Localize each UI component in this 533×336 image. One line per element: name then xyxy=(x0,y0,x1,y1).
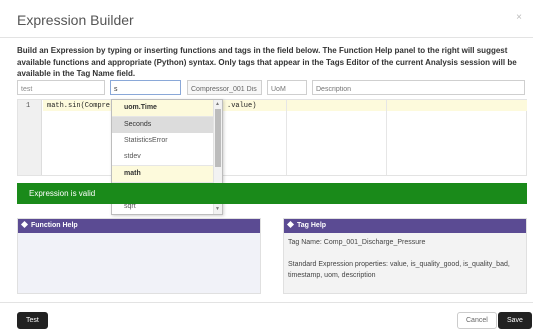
autocomplete-item[interactable]: StatisticsError xyxy=(112,133,214,149)
dialog-header: Expression Builder × xyxy=(0,0,533,38)
test-value-input[interactable] xyxy=(17,80,105,95)
function-search-input[interactable] xyxy=(110,80,181,95)
editor-gutter: 1 xyxy=(18,100,42,175)
validation-status-bar: Expression is valid xyxy=(17,183,527,204)
scroll-up-icon[interactable]: ▲ xyxy=(215,101,220,107)
tag-name-text: Tag Name: Comp_001_Discharge_Pressure xyxy=(288,239,426,246)
function-help-panel: Function Help xyxy=(17,218,261,294)
tag-name-input[interactable] xyxy=(187,80,262,95)
tag-help-header: Tag Help xyxy=(284,219,526,233)
autocomplete-item[interactable]: Seconds xyxy=(112,117,214,133)
autocomplete-item[interactable]: stdev xyxy=(112,149,214,165)
dialog-title: Expression Builder xyxy=(17,12,134,28)
uom-input[interactable] xyxy=(267,80,307,95)
function-help-header: Function Help xyxy=(18,219,260,233)
tag-help-body: Tag Name: Comp_001_Discharge_Pressure St… xyxy=(288,237,524,281)
code-text-tail: .value) xyxy=(227,102,257,110)
tag-properties-text: Standard Expression properties: value, i… xyxy=(288,261,510,279)
autocomplete-group-header[interactable]: uom.Time xyxy=(112,100,214,116)
cancel-button[interactable]: Cancel xyxy=(457,312,497,329)
expression-builder-dialog: Expression Builder × Build an Expression… xyxy=(0,0,533,336)
scroll-down-icon[interactable]: ▼ xyxy=(215,206,220,212)
function-help-title: Function Help xyxy=(31,222,78,229)
line-number: 1 xyxy=(26,102,31,110)
save-button[interactable]: Save xyxy=(498,312,532,329)
code-text: math.sin(Compre xyxy=(47,102,111,110)
dialog-footer: Test Cancel Save xyxy=(0,302,533,336)
close-icon[interactable]: × xyxy=(516,12,522,23)
diamond-icon xyxy=(286,220,295,229)
editor-column-divider xyxy=(286,100,287,175)
editor-column-divider xyxy=(386,100,387,175)
test-button[interactable]: Test xyxy=(17,312,48,329)
validation-message: Expression is valid xyxy=(29,189,96,198)
expression-editor[interactable]: 1 math.sin(Compre .value) xyxy=(17,99,527,176)
diamond-icon xyxy=(20,220,29,229)
scrollbar-thumb[interactable] xyxy=(215,109,221,167)
tag-help-panel: Tag Help Tag Name: Comp_001_Discharge_Pr… xyxy=(283,218,527,294)
instructions-text: Build an Expression by typing or inserti… xyxy=(17,46,517,78)
tag-help-title: Tag Help xyxy=(297,222,327,229)
description-input[interactable] xyxy=(312,80,525,95)
autocomplete-group-header[interactable]: math xyxy=(112,166,214,182)
